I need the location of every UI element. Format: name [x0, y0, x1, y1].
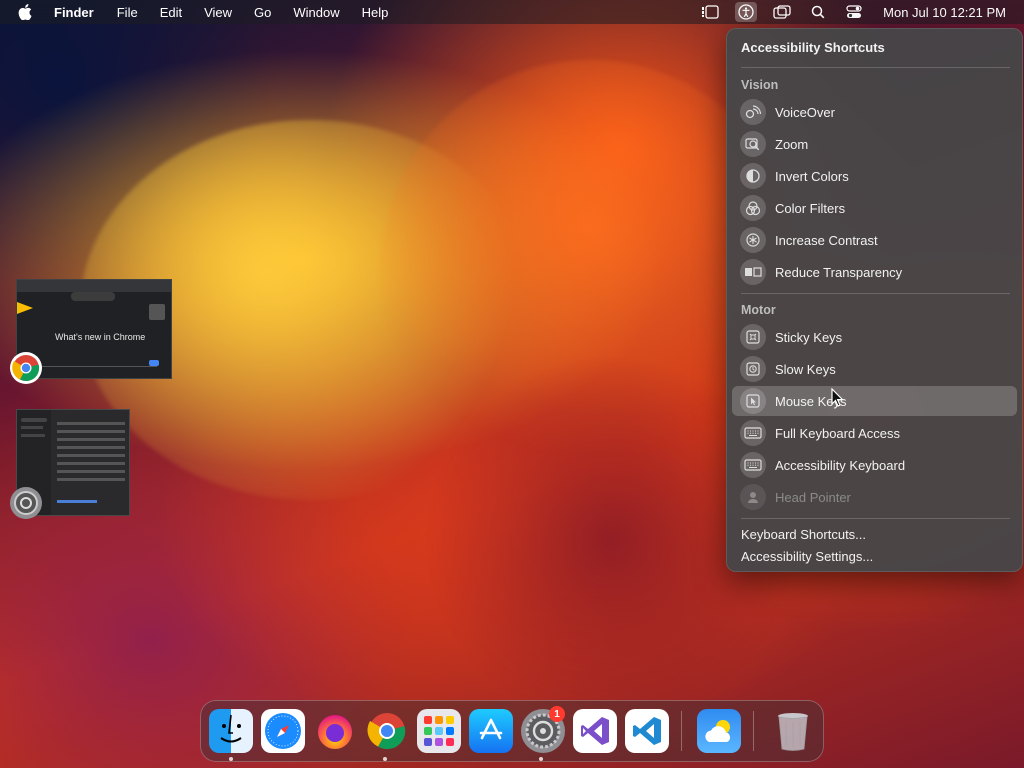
- separator: [741, 67, 1010, 68]
- chrome-omnibox: [71, 292, 115, 301]
- mouse-keys-icon: [740, 388, 766, 414]
- dock-running-indicator: [539, 757, 543, 761]
- chrome-app-badge-icon: [10, 352, 42, 384]
- dock-app-store-icon[interactable]: [469, 709, 513, 753]
- panel-title: Accessibility Shortcuts: [741, 40, 885, 55]
- system-settings-notification-badge: 1: [549, 706, 565, 722]
- menu-item-label: Slow Keys: [775, 361, 836, 377]
- settings-sidebar-line: [21, 418, 47, 422]
- menu-help[interactable]: Help: [362, 5, 389, 20]
- chrome-tab-bar: [17, 280, 171, 292]
- menu-item-label: Accessibility Keyboard: [775, 457, 906, 473]
- menu-item-label: Sticky Keys: [775, 329, 843, 345]
- menu-item-accessibility-keyboard[interactable]: Accessibility Keyboard: [732, 450, 1017, 480]
- sticky-keys-icon: [740, 324, 766, 350]
- separator: [741, 518, 1010, 519]
- menu-view[interactable]: View: [204, 5, 232, 20]
- accessibility-settings-link[interactable]: Accessibility Settings...: [741, 549, 873, 564]
- screen-mirroring-icon[interactable]: [771, 2, 793, 22]
- dock-finder-icon[interactable]: [209, 709, 253, 753]
- stage-manager-icon[interactable]: [699, 2, 721, 22]
- control-center-icon[interactable]: [843, 2, 865, 22]
- mouse-cursor-icon: [831, 387, 845, 408]
- chrome-decoration: [17, 302, 33, 314]
- keyboard-shortcuts-link[interactable]: Keyboard Shortcuts...: [741, 527, 866, 542]
- apple-menu-icon[interactable]: [18, 4, 36, 20]
- menu-item-label: Color Filters: [775, 200, 846, 216]
- settings-row-line: [57, 422, 125, 425]
- dock-launchpad-icon[interactable]: [417, 709, 461, 753]
- dock-divider: [753, 711, 754, 751]
- menu-window[interactable]: Window: [293, 5, 339, 20]
- menu-item-mouse-keys[interactable]: Mouse Keys: [732, 386, 1017, 416]
- accessibility-shortcuts-icon[interactable]: [735, 2, 758, 22]
- dock-vscode-icon[interactable]: [625, 709, 669, 753]
- menu-item-voiceover[interactable]: VoiceOver: [732, 97, 1017, 127]
- menu-bar-clock[interactable]: Mon Jul 10 12:21 PM: [883, 5, 1006, 20]
- menu-item-label: VoiceOver: [775, 104, 835, 120]
- section-vision-label: Vision: [741, 78, 779, 92]
- chrome-divider: [37, 366, 157, 367]
- menu-item-reduce-transparency[interactable]: Reduce Transparency: [732, 257, 1017, 287]
- dock-firefox-icon[interactable]: [313, 709, 357, 753]
- reduce-transparency-icon: [740, 259, 766, 285]
- menu-item-full-keyboard-access[interactable]: Full Keyboard Access: [732, 418, 1017, 448]
- accessibility-shortcuts-panel: Accessibility Shortcuts Vision VoiceOver…: [726, 28, 1023, 572]
- dock-weather-icon[interactable]: [697, 709, 741, 753]
- menu-item-invert-colors[interactable]: Invert Colors: [732, 161, 1017, 191]
- menu-item-increase-contrast[interactable]: Increase Contrast: [732, 225, 1017, 255]
- dock-trash-icon[interactable]: [771, 709, 815, 753]
- menu-edit[interactable]: Edit: [160, 5, 182, 20]
- settings-row-line: [57, 430, 125, 433]
- head-pointer-icon: [740, 484, 766, 510]
- settings-row-line: [57, 446, 125, 449]
- settings-row-line: [57, 454, 125, 457]
- slow-keys-icon: [740, 356, 766, 382]
- menu-item-head-pointer[interactable]: Head Pointer: [732, 482, 1017, 512]
- zoom-icon: [740, 131, 766, 157]
- menu-item-color-filters[interactable]: Color Filters: [732, 193, 1017, 223]
- settings-row-line: [57, 438, 125, 441]
- menu-item-slow-keys[interactable]: Slow Keys: [732, 354, 1017, 384]
- system-settings-app-badge-icon: [10, 487, 42, 519]
- menu-item-label: Increase Contrast: [775, 232, 878, 248]
- settings-row-line: [57, 470, 125, 473]
- dock-visual-studio-icon[interactable]: [573, 709, 617, 753]
- dock-chrome-icon[interactable]: [365, 709, 409, 753]
- dock-running-indicator: [383, 757, 387, 761]
- menu-item-label: Zoom: [775, 136, 809, 152]
- separator: [741, 293, 1010, 294]
- settings-sidebar-line: [21, 434, 45, 437]
- dock-running-indicator: [229, 757, 233, 761]
- dock: 1: [200, 700, 824, 762]
- menu-finder[interactable]: Finder: [54, 5, 94, 20]
- menu-item-sticky-keys[interactable]: Sticky Keys: [732, 322, 1017, 352]
- chrome-decoration: [149, 304, 165, 320]
- color-filters-icon: [740, 195, 766, 221]
- dock-divider: [681, 711, 682, 751]
- invert-colors-icon: [740, 163, 766, 189]
- menu-file[interactable]: File: [117, 5, 138, 20]
- voiceover-icon: [740, 99, 766, 125]
- accessibility-keyboard-icon: [740, 452, 766, 478]
- settings-row-line: [57, 478, 125, 481]
- menu-item-zoom[interactable]: Zoom: [732, 129, 1017, 159]
- spotlight-search-icon[interactable]: [807, 2, 829, 22]
- increase-contrast-icon: [740, 227, 766, 253]
- menu-item-label: Reduce Transparency: [775, 264, 903, 280]
- menu-go[interactable]: Go: [254, 5, 271, 20]
- menu-item-label: Full Keyboard Access: [775, 425, 901, 441]
- menu-item-label: Head Pointer: [775, 489, 851, 505]
- keyboard-icon: [740, 420, 766, 446]
- chrome-decoration: [149, 360, 159, 366]
- dock-safari-icon[interactable]: [261, 709, 305, 753]
- chrome-page-heading: What's new in Chrome: [55, 332, 146, 342]
- menu-bar: Finder File Edit View Go Window Help Mon…: [0, 0, 1024, 24]
- settings-sidebar-line: [21, 426, 43, 429]
- section-motor-label: Motor: [741, 303, 776, 317]
- settings-row-line: [57, 462, 125, 465]
- menu-item-label: Invert Colors: [775, 168, 849, 184]
- settings-row-line: [57, 500, 97, 503]
